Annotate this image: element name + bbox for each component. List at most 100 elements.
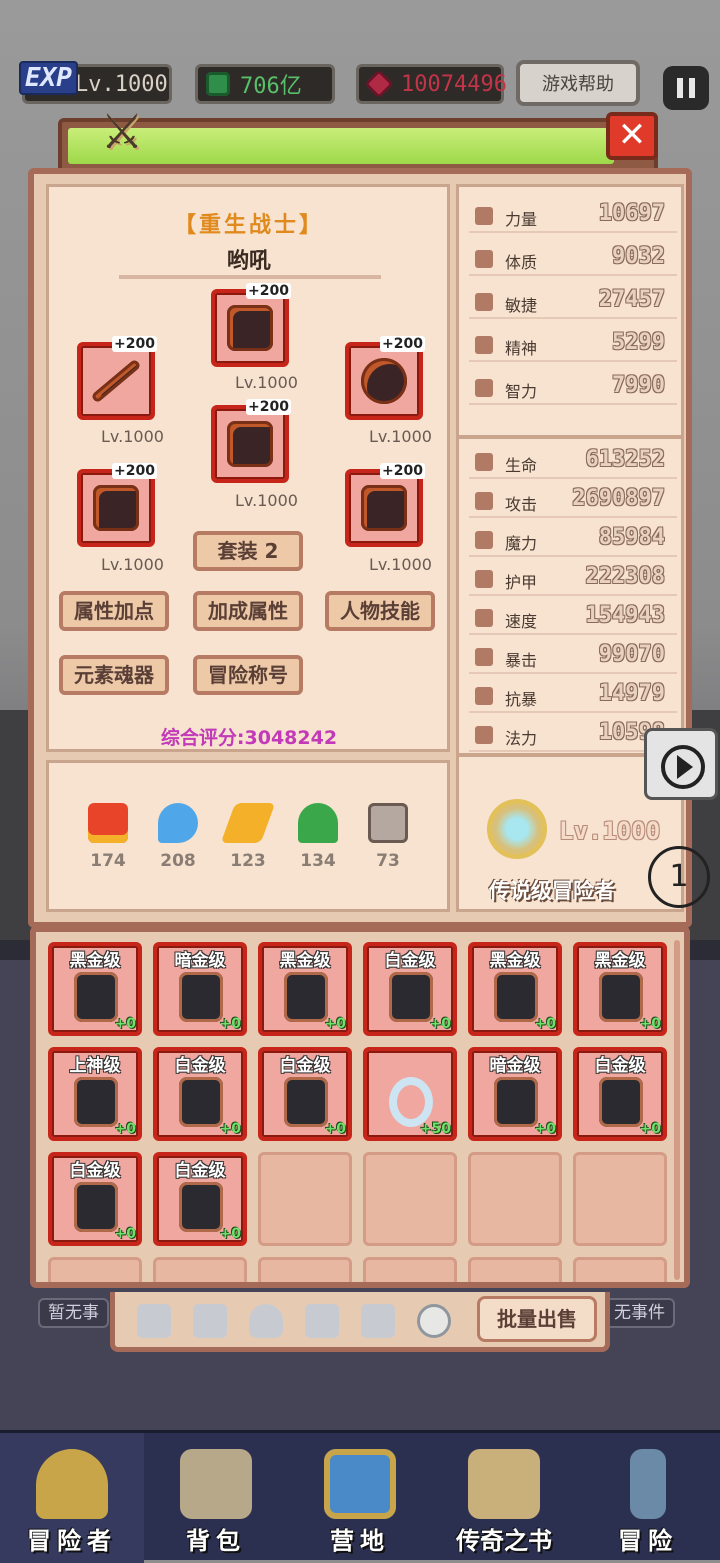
attribute-points-button[interactable]: 属性加点 — [59, 591, 169, 631]
element-dark: 73 — [365, 803, 411, 871]
equip-slot-weapon[interactable]: +200 — [77, 336, 157, 420]
nav-backpack[interactable]: 背包 — [144, 1433, 288, 1563]
stat-value: 5299 — [612, 330, 665, 355]
gloves-icon — [74, 1182, 118, 1232]
inventory-slot[interactable]: 黑金级 +0 — [573, 942, 667, 1036]
gloves-icon — [494, 972, 538, 1022]
set-bonus-button[interactable]: 套装 2 — [193, 531, 303, 571]
inventory-slot[interactable]: 暗金级 +0 — [153, 942, 247, 1036]
exp-badge: EXP — [19, 61, 78, 95]
inventory-slot[interactable]: 上神级 +0 — [48, 1047, 142, 1141]
empty-slot[interactable] — [258, 1152, 352, 1246]
inventory-slot[interactable]: 白金级 +0 — [363, 942, 457, 1036]
crit-icon — [475, 648, 493, 666]
equip-slot-helmet[interactable]: +200 — [211, 283, 291, 367]
enhance-level: +200 — [380, 463, 425, 479]
boots-icon[interactable] — [361, 1304, 395, 1338]
item-grade: 黑金级 — [279, 951, 331, 971]
item-enhance: +50 — [419, 1121, 451, 1137]
item-grade: 白金级 — [384, 951, 436, 971]
inventory-slot[interactable]: 黑金级 +0 — [48, 942, 142, 1036]
pause-button[interactable] — [663, 66, 709, 110]
element-value: 134 — [300, 851, 336, 871]
item-grade: 白金级 — [594, 1056, 646, 1076]
item-grade: 白金级 — [174, 1056, 226, 1076]
element-value: 208 — [160, 851, 196, 871]
backpack-icon — [180, 1449, 252, 1519]
empty-slot[interactable] — [363, 1257, 457, 1282]
equip-level: Lv.1000 — [235, 491, 298, 510]
event-note-right: 无事件 — [604, 1298, 675, 1328]
bulk-sell-button[interactable]: 批量出售 — [477, 1296, 597, 1342]
shield-icon[interactable] — [193, 1304, 227, 1338]
ring-icon — [389, 1077, 433, 1127]
stat-row-constitution: 体质 9032 — [469, 240, 677, 276]
inventory-slot[interactable]: 黑金级 +0 — [468, 942, 562, 1036]
armor-icon — [227, 421, 273, 467]
nav-adventurer[interactable]: 冒险者 — [0, 1433, 144, 1563]
adventure-title-button[interactable]: 冒险称号 — [193, 655, 303, 695]
empty-slot[interactable] — [468, 1152, 562, 1246]
game-help-button[interactable]: 游戏帮助 — [516, 60, 640, 106]
equip-slot-boots[interactable]: +200 — [345, 463, 425, 547]
stat-row-strength: 力量 10697 — [469, 197, 677, 233]
character-skills-button[interactable]: 人物技能 — [325, 591, 435, 631]
play-button[interactable] — [644, 728, 718, 800]
gloves-icon — [179, 1077, 223, 1127]
stat-value: 10697 — [598, 201, 665, 226]
name-underline — [119, 275, 381, 279]
stat-row-crit-resist: 抗暴 14979 — [469, 677, 677, 713]
inventory-slot[interactable]: 白金级 +0 — [258, 1047, 352, 1141]
equip-slot-shield[interactable]: +200 — [345, 336, 425, 420]
stat-row-crit: 暴击 99070 — [469, 638, 677, 674]
inventory-panel: 黑金级 +0 暗金级 +0 黑金级 +0 白金级 +0 黑金级 +0 黑金级 +0 上神级 +0 白金级 +0… — [30, 926, 690, 1288]
lightning-icon — [220, 803, 276, 843]
nav-camp[interactable]: 营地 — [288, 1433, 432, 1563]
element-soul-button[interactable]: 元素魂器 — [59, 655, 169, 695]
inventory-slot[interactable]: +50 — [363, 1047, 457, 1141]
nav-adventure[interactable]: 冒险 — [576, 1433, 720, 1563]
gem-currency: 706亿 — [195, 64, 335, 104]
item-enhance: +0 — [534, 1016, 556, 1032]
item-enhance: +0 — [219, 1016, 241, 1032]
equip-slot-gloves[interactable]: +200 — [77, 463, 157, 547]
empty-slot[interactable] — [573, 1257, 667, 1282]
stat-label: 抗暴 — [505, 690, 538, 709]
stat-value: 27457 — [598, 287, 665, 312]
inventory-slot[interactable]: 白金级 +0 — [153, 1152, 247, 1246]
nav-legend-book[interactable]: 传奇之书 — [432, 1433, 576, 1563]
stat-label: 暴击 — [505, 651, 538, 670]
legend-emblem-icon — [487, 799, 547, 859]
empty-slot[interactable] — [468, 1257, 562, 1282]
inventory-slot[interactable]: 黑金级 +0 — [258, 942, 352, 1036]
equip-slot-armor[interactable]: +200 — [211, 399, 291, 483]
empty-slot[interactable] — [258, 1257, 352, 1282]
helmet-icon — [227, 305, 273, 351]
ring-icon[interactable] — [417, 1304, 451, 1338]
inventory-slot[interactable]: 白金级 +0 — [573, 1047, 667, 1141]
empty-slot[interactable] — [573, 1152, 667, 1246]
bonus-attributes-button[interactable]: 加成属性 — [193, 591, 303, 631]
enhance-level: +200 — [112, 336, 157, 352]
inventory-slot[interactable]: 白金级 +0 — [153, 1047, 247, 1141]
stat-label: 攻击 — [505, 495, 538, 514]
empty-slot[interactable] — [363, 1152, 457, 1246]
inventory-slot[interactable]: 白金级 +0 — [48, 1152, 142, 1246]
gloves-icon — [599, 1077, 643, 1127]
empty-slot[interactable] — [48, 1257, 142, 1282]
inventory-slot[interactable]: 暗金级 +0 — [468, 1047, 562, 1141]
gloves-icon — [74, 972, 118, 1022]
sword-icon[interactable] — [137, 1304, 171, 1338]
stat-value: 2690897 — [572, 486, 665, 511]
bottom-nav: 冒险者 背包 营地 传奇之书 冒险 — [0, 1430, 720, 1563]
inventory-scrollbar[interactable] — [674, 940, 680, 1280]
item-enhance: +0 — [114, 1226, 136, 1242]
star-icon — [475, 336, 493, 354]
gauntlet-icon — [179, 1182, 223, 1232]
armor-icon[interactable] — [305, 1304, 339, 1338]
star-icon — [475, 726, 493, 744]
item-grade: 黑金级 — [69, 951, 121, 971]
helmet-icon[interactable] — [249, 1304, 283, 1338]
empty-slot[interactable] — [153, 1257, 247, 1282]
close-button[interactable]: ✕ — [606, 112, 658, 160]
